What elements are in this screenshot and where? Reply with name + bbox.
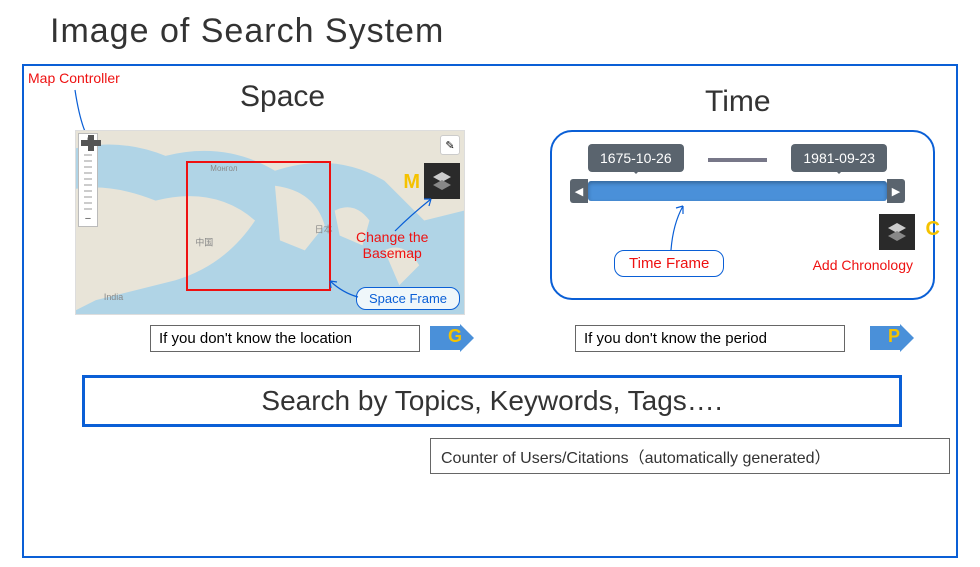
space-heading: Space (240, 80, 325, 114)
change-basemap-line2: Basemap (363, 245, 422, 261)
svg-text:India: India (104, 292, 123, 302)
space-frame-annotation: Space Frame (356, 287, 460, 310)
zoom-out-icon[interactable]: − (79, 212, 97, 226)
space-selection-frame[interactable] (186, 161, 331, 291)
space-frame-arrow (328, 279, 368, 301)
zoom-slider[interactable] (84, 150, 92, 210)
time-frame-annotation: Time Frame (614, 250, 724, 277)
counter-label: Counter of Users/Citations（automatically… (430, 438, 950, 474)
edit-icon[interactable]: ✎ (440, 135, 460, 155)
g-shortcut-label: G (448, 326, 462, 347)
slider-connector (708, 158, 767, 162)
zoom-control[interactable]: + − (78, 133, 98, 227)
add-chronology-button[interactable] (879, 214, 915, 250)
location-hint-label: If you don't know the location (150, 325, 420, 352)
time-heading: Time (705, 85, 771, 119)
time-frame-arrow (667, 204, 687, 252)
time-slider[interactable]: 1675-10-26 1981-09-23 ◀ ▶ (570, 144, 905, 199)
add-chronology-annotation: Add Chronology (813, 257, 913, 273)
slider-prev-icon[interactable]: ◀ (570, 179, 588, 203)
slider-next-icon[interactable]: ▶ (887, 179, 905, 203)
c-shortcut-label: C (926, 218, 940, 241)
page-title: Image of Search System (0, 0, 980, 61)
pan-icon[interactable] (80, 134, 102, 152)
m-shortcut-label: M (403, 171, 420, 194)
map-controller-annotation: Map Controller (28, 70, 120, 86)
layers-icon (430, 169, 454, 193)
slider-track[interactable] (588, 181, 887, 201)
time-panel: 1675-10-26 1981-09-23 ◀ ▶ Time Frame Add… (550, 130, 935, 300)
period-hint-label: If you don't know the period (575, 325, 845, 352)
start-date-box[interactable]: 1675-10-26 (588, 144, 684, 172)
map-viewport[interactable]: India 中国 日本 Монгол + − ✎ M Change the Ba… (75, 130, 465, 315)
p-shortcut-label: P (888, 326, 900, 347)
end-date-box[interactable]: 1981-09-23 (791, 144, 887, 172)
search-bar[interactable]: Search by Topics, Keywords, Tags…. (82, 375, 902, 427)
change-basemap-arrow (391, 195, 436, 235)
layers-icon (885, 220, 909, 244)
basemap-button[interactable] (424, 163, 460, 199)
